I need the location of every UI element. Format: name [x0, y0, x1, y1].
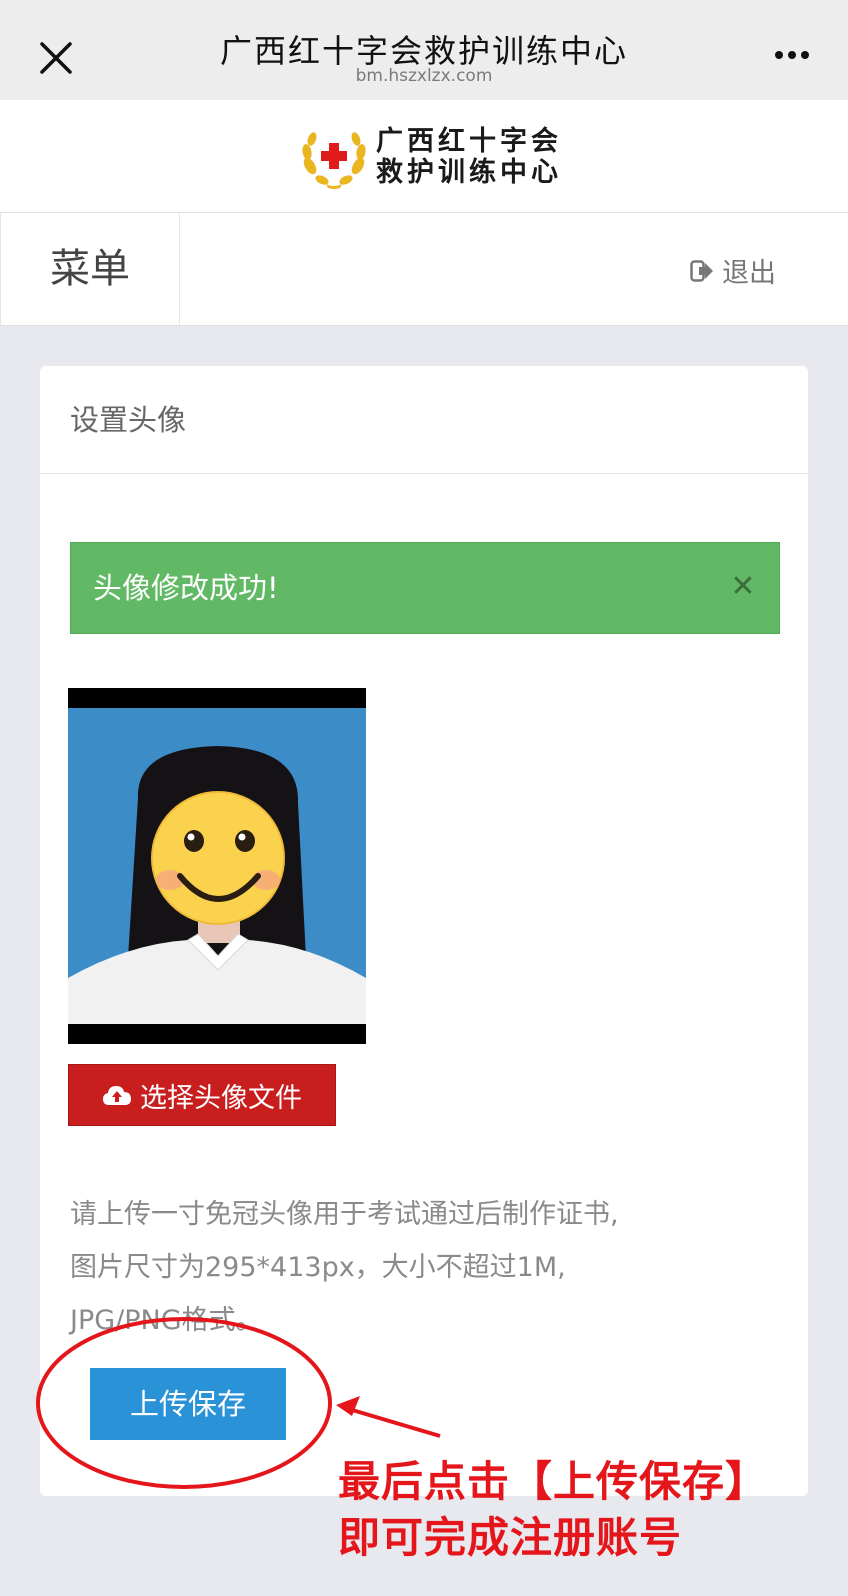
highlight-ellipse [36, 1317, 332, 1489]
annotation-line-2: 即可完成注册账号 [338, 1513, 683, 1562]
annotation-text: 最后点击【上传保存】 即可完成注册账号 [338, 1454, 768, 1566]
annotation-line-1: 最后点击【上传保存】 [338, 1457, 769, 1506]
annotation-arrow [341, 1405, 441, 1438]
annotation-overlay [36, 1317, 441, 1489]
